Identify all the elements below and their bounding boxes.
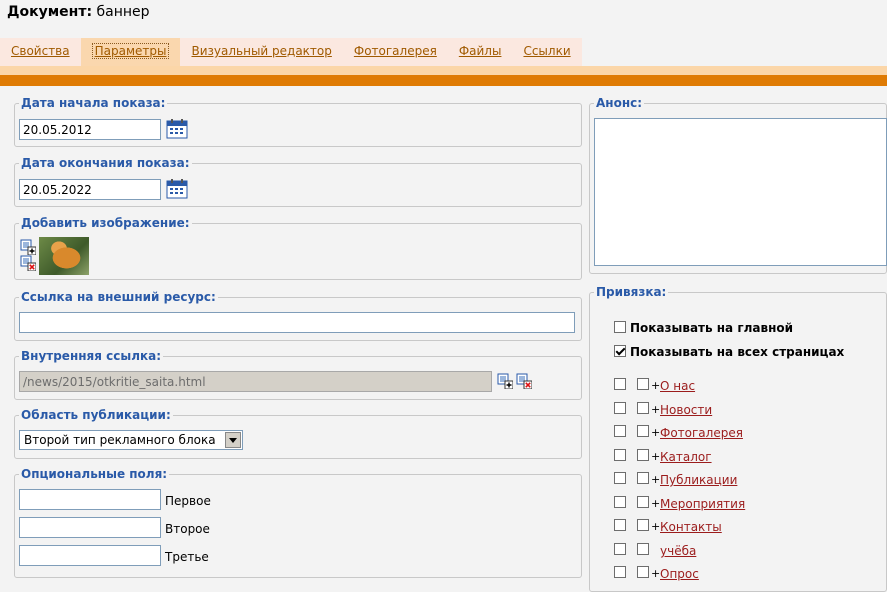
- tab-properties[interactable]: Свойства: [0, 38, 81, 66]
- optional-field-1-label: Первое: [165, 494, 211, 508]
- tree-checkbox-2[interactable]: [637, 449, 649, 461]
- optional-field-1-input[interactable]: [19, 489, 161, 510]
- publication-area-select[interactable]: Второй тип рекламного блока: [19, 430, 243, 450]
- tree-checkbox-1[interactable]: [614, 543, 626, 555]
- expand-plus-icon[interactable]: +: [651, 473, 660, 486]
- expand-plus-icon[interactable]: +: [651, 379, 660, 392]
- tree-checkbox-2[interactable]: [637, 425, 649, 437]
- optional-field-3-input[interactable]: [19, 545, 161, 566]
- tree-link-events[interactable]: Мероприятия: [660, 497, 745, 511]
- optional-field-2-input[interactable]: [19, 517, 161, 538]
- start-date-input[interactable]: [19, 119, 161, 140]
- anons-legend: Анонс:: [596, 96, 643, 110]
- tree-checkbox-2[interactable]: [637, 519, 649, 531]
- show-all-label: Показывать на всех страницах: [630, 345, 845, 359]
- tree-checkbox-2[interactable]: [637, 402, 649, 414]
- tab-visual-editor[interactable]: Визуальный редактор: [180, 38, 343, 66]
- image-thumbnail[interactable]: [39, 237, 89, 275]
- tree-checkbox-2[interactable]: [637, 566, 649, 578]
- tree-checkbox-2[interactable]: [637, 472, 649, 484]
- tab-parameters[interactable]: Параметры: [80, 38, 181, 66]
- publication-area-value: Второй тип рекламного блока: [24, 433, 216, 447]
- binding-legend: Привязка:: [596, 285, 667, 299]
- expand-plus-icon[interactable]: +: [651, 426, 660, 439]
- tree-link-contacts[interactable]: Контакты: [660, 520, 722, 534]
- tree-checkbox-2[interactable]: [637, 543, 649, 555]
- expand-plus-icon[interactable]: +: [651, 567, 660, 580]
- tree-checkbox-1[interactable]: [614, 449, 626, 461]
- delete-link-icon[interactable]: [516, 373, 532, 389]
- tree-link-news[interactable]: Новости: [660, 403, 712, 417]
- external-link-legend: Ссылка на внешний ресурс:: [21, 290, 216, 304]
- image-legend: Добавить изображение:: [21, 216, 190, 230]
- calendar-icon[interactable]: [166, 119, 188, 139]
- tree-link-catalog[interactable]: Каталог: [660, 450, 712, 464]
- delete-image-icon[interactable]: [20, 255, 36, 271]
- tree-checkbox-2[interactable]: [637, 378, 649, 390]
- tree-checkbox-1[interactable]: [614, 472, 626, 484]
- expand-plus-icon[interactable]: +: [651, 497, 660, 510]
- external-link-input[interactable]: [19, 312, 575, 333]
- header-stripe-light: [0, 66, 887, 75]
- image-group: Добавить изображение:: [14, 216, 582, 280]
- document-label: Документ:: [7, 4, 93, 20]
- tab-photo-gallery[interactable]: Фотогалерея: [342, 38, 448, 66]
- optional-fields-legend: Опциональные поля:: [21, 467, 168, 481]
- anons-textarea[interactable]: [594, 118, 887, 266]
- internal-link-legend: Внутренняя ссылка:: [21, 349, 162, 363]
- tree-link-poll[interactable]: Опрос: [660, 567, 699, 581]
- tree-checkbox-2[interactable]: [637, 496, 649, 508]
- page-title: Документ: баннер: [7, 4, 150, 20]
- tab-bar: Свойства Параметры Визуальный редактор Ф…: [0, 38, 582, 66]
- add-image-icon[interactable]: [20, 239, 36, 255]
- tree-checkbox-1[interactable]: [614, 566, 626, 578]
- show-all-checkbox[interactable]: [614, 345, 626, 357]
- tab-parameters-label: Параметры: [91, 43, 170, 59]
- header-stripe-dark: [0, 75, 887, 86]
- publication-area-legend: Область публикации:: [21, 408, 171, 422]
- expand-plus-icon[interactable]: +: [651, 403, 660, 416]
- tree-checkbox-1[interactable]: [614, 402, 626, 414]
- show-main-label: Показывать на главной: [630, 321, 794, 335]
- tree-checkbox-1[interactable]: [614, 519, 626, 531]
- tree-link-about[interactable]: О нас: [660, 379, 695, 393]
- tab-files[interactable]: Файлы: [447, 38, 513, 66]
- chevron-down-icon[interactable]: [225, 432, 241, 448]
- optional-field-3-label: Третье: [165, 550, 209, 564]
- tree-checkbox-1[interactable]: [614, 378, 626, 390]
- end-date-input[interactable]: [19, 179, 161, 200]
- document-name: баннер: [96, 4, 150, 20]
- expand-plus-icon[interactable]: +: [651, 520, 660, 533]
- optional-field-2-label: Второе: [165, 522, 210, 536]
- expand-plus-icon[interactable]: +: [651, 450, 660, 463]
- add-link-icon[interactable]: [497, 373, 513, 389]
- tree-link-study[interactable]: учёба: [660, 544, 696, 558]
- show-main-checkbox[interactable]: [614, 321, 626, 333]
- start-date-legend: Дата начала показа:: [21, 96, 166, 110]
- end-date-legend: Дата окончания показа:: [21, 156, 190, 170]
- internal-link-input: [19, 371, 492, 392]
- tree-checkbox-1[interactable]: [614, 496, 626, 508]
- tab-links[interactable]: Ссылки: [512, 38, 582, 66]
- tree-link-publications[interactable]: Публикации: [660, 473, 737, 487]
- tree-link-gallery[interactable]: Фотогалерея: [660, 426, 743, 440]
- calendar-icon[interactable]: [166, 179, 188, 199]
- tree-checkbox-1[interactable]: [614, 425, 626, 437]
